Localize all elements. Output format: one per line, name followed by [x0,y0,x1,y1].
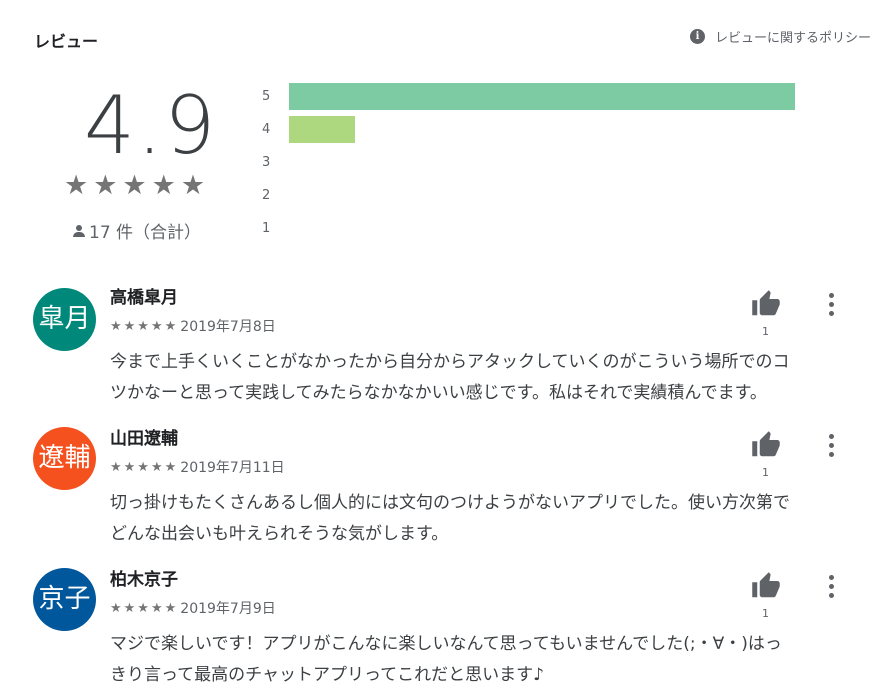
histogram-bar [289,83,795,110]
reviews-header-title: レビュー [34,32,99,51]
thumbs-up-icon[interactable] [750,571,782,601]
histogram-row: 4 [262,113,802,146]
average-rating-score: 4.9 [84,79,218,172]
thumbs-up-icon[interactable] [750,289,782,319]
histogram-label: 5 [262,89,271,104]
rating-histogram: 5 4 3 2 1 [262,80,802,245]
review-text-line: マジで楽しいです！アプリがこんなに楽しいなんて思ってもいませんでした(;・∀・)… [110,634,782,654]
review-date: 2019年7月9日 [180,601,276,617]
review-date: 2019年7月8日 [180,319,276,335]
review-text-line: 切っ掛けもたくさんあるし個人的には文句のつけようがないアプリでした。使い方次第で [110,493,790,513]
review-date: 2019年7月11日 [180,460,285,476]
review-stars: ★★★★★ [110,318,179,334]
histogram-label: 2 [262,188,271,203]
more-options-icon[interactable] [822,573,840,599]
histogram-row: 2 [262,179,802,212]
review-text: 切っ掛けもたくさんあるし個人的には文句のつけようがないアプリでした。使い方次第で… [110,488,870,550]
review-rating: ★★★★★ 2019年7月11日 [110,457,285,477]
review-text: マジで楽しいです！アプリがこんなに楽しいなんて思ってもいませんでした(;・∀・)… [110,629,870,688]
total-reviews-count: 17 件（合計） [72,218,201,243]
review-policy-link[interactable]: i レビューに関するポリシー [689,27,871,46]
review-stars: ★★★★★ [110,600,179,616]
histogram-row: 1 [262,212,802,245]
histogram-row: 5 [262,80,802,113]
more-options-icon[interactable] [822,432,840,458]
helpful-count: 1 [762,325,769,338]
review-rating: ★★★★★ 2019年7月8日 [110,316,276,336]
histogram-bar [289,116,355,143]
average-rating-stars: ★★★★★ [64,170,211,201]
histogram-label: 3 [262,155,271,170]
review-text-line: ツかなーと思って実践してみたらなかなかいい感じです。私はそれで実績積んでます。 [110,383,767,403]
avatar[interactable]: 皐月 [33,288,96,351]
review-stars: ★★★★★ [110,459,179,475]
histogram-label: 4 [262,122,271,137]
reviewer-name[interactable]: 高橋皐月 [110,283,178,308]
helpful-count: 1 [762,466,769,479]
total-reviews-label: 17 件（合計） [89,223,202,243]
review-policy-label: レビューに関するポリシー [714,31,871,46]
helpful-count: 1 [762,607,769,620]
reviewer-name[interactable]: 柏木京子 [110,565,178,590]
histogram-label: 1 [262,221,271,236]
review-text: 今まで上手くいくことがなかったから自分からアタックしていくのがこういう場所でのコ… [110,347,870,409]
more-options-icon[interactable] [822,291,840,317]
thumbs-up-icon[interactable] [750,430,782,460]
avatar[interactable]: 遼輔 [33,427,96,490]
avatar[interactable]: 京子 [33,568,96,631]
review-text-line: きり言って最高のチャットアプリってこれだと思います♪ [110,665,544,685]
review-text-line: どんな出会いも叶えられそうな気がします。 [110,524,449,544]
reviewer-name[interactable]: 山田遼輔 [110,424,178,449]
review-rating: ★★★★★ 2019年7月9日 [110,598,276,618]
person-icon [72,224,86,238]
histogram-row: 3 [262,146,802,179]
review-text-line: 今まで上手くいくことがなかったから自分からアタックしていくのがこういう場所でのコ [110,352,790,372]
info-icon: i [689,29,705,44]
